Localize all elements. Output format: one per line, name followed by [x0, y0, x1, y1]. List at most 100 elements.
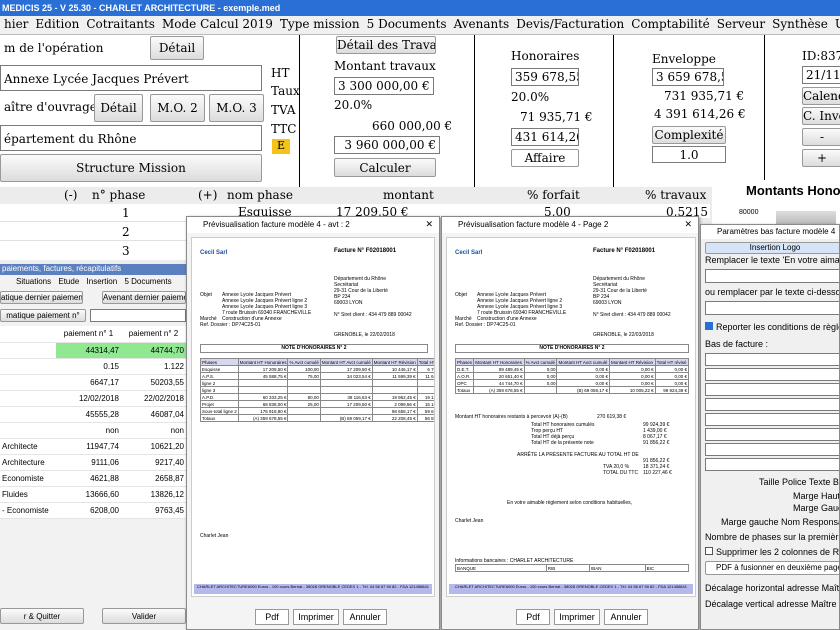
travaux-ttc-field[interactable]: 3 960 000,00 €	[334, 136, 440, 154]
table-row[interactable]: Fluides 13666,60 13826,12	[0, 486, 186, 503]
menu-item[interactable]: Mode Calcul 2019	[158, 16, 276, 31]
dernier-paiement-button[interactable]: atique dernier paiement	[0, 291, 83, 304]
tab-situations[interactable]: Situations	[16, 277, 51, 286]
bas-facture-field[interactable]	[705, 383, 839, 396]
paiement-num-field[interactable]	[90, 309, 186, 322]
cancel-button[interactable]: Annuler	[343, 609, 387, 625]
menu-item[interactable]: 5 Documents	[363, 16, 450, 31]
menu-item[interactable]: Cotraitants	[82, 16, 158, 31]
pdf-merge-button[interactable]: PDF à fusionner en deuxième page	[705, 561, 839, 575]
menu-item[interactable]: Avenants	[450, 16, 513, 31]
operation-name-field[interactable]: Annexe Lycée Jacques Prévert	[0, 65, 262, 91]
grid-cell: 20 651,40 €	[473, 372, 525, 380]
supprimer-checkbox[interactable]: Supprimer les 2 colonnes de Révis	[705, 547, 839, 557]
bas-facture-field[interactable]	[705, 458, 839, 471]
mo3-button[interactable]: M.O. 3	[209, 94, 264, 122]
honoraires-ht-field[interactable]: 359 678,55 €	[511, 68, 579, 86]
operation-panel: m de l'opération Détail Annexe Lycée Jac…	[0, 35, 268, 187]
remove-phase-button[interactable]: (-)	[64, 188, 77, 202]
table-row[interactable]: - Economiste 6208,00 9763,45	[0, 502, 186, 519]
cancel-button[interactable]: Annuler	[604, 609, 648, 625]
checkbox-icon[interactable]	[705, 322, 713, 330]
grid-cell: (A) 359 678,55 €	[473, 386, 525, 394]
nb-phases-label: Nombre de phases sur la première pa	[705, 532, 839, 542]
avenant-button[interactable]: Avenant dernier paiement	[102, 291, 186, 304]
c-inverse-button[interactable]: C. Inve	[802, 107, 840, 125]
replace-field[interactable]	[705, 269, 839, 283]
detail-travaux-button[interactable]: Détail des Travaux	[336, 36, 436, 54]
bas-facture-field[interactable]	[705, 353, 839, 366]
table-row[interactable]: Economiste 4621,88 2658,87	[0, 470, 186, 487]
e-badge[interactable]: E	[272, 139, 290, 154]
close-icon[interactable]: ✕	[684, 219, 692, 230]
menu-item[interactable]: Utilitaires	[831, 16, 840, 31]
minus-button[interactable]: -	[802, 128, 840, 146]
quitter-button[interactable]: r & Quitter	[0, 608, 84, 624]
city-date: GRENOBLE, le 22/02/2018	[334, 332, 395, 338]
table-cell: 12/02/2018	[56, 390, 121, 407]
menu-item[interactable]: Comptabilité	[627, 16, 713, 31]
tab-documents[interactable]: 5 Documents	[124, 277, 171, 286]
menu-item[interactable]: Synthèse	[768, 16, 831, 31]
bas-facture-field[interactable]	[705, 368, 839, 381]
pdf-button[interactable]: Pdf	[516, 609, 550, 625]
bas-facture-field[interactable]	[705, 398, 839, 411]
structure-mission-button[interactable]: Structure Mission	[0, 154, 262, 182]
client-field[interactable]: épartement du Rhône	[0, 125, 262, 151]
insertion-logo-button[interactable]: Insertion Logo	[705, 242, 839, 254]
col-travaux: % travaux	[645, 188, 707, 202]
pdf-button[interactable]: Pdf	[255, 609, 289, 625]
table-row[interactable]: Architecte 11947,74 10621,20	[0, 438, 186, 455]
add-phase-button[interactable]: (+)	[198, 188, 217, 202]
date-field[interactable]: 21/11/2	[802, 66, 840, 84]
or-field[interactable]	[705, 301, 839, 315]
print-button[interactable]: Imprimer	[554, 609, 600, 625]
print-button[interactable]: Imprimer	[293, 609, 339, 625]
table-row[interactable]: 12/02/2018 22/02/2018	[0, 390, 186, 407]
menu-item[interactable]: Type mission	[276, 16, 363, 31]
tab-insertion[interactable]: Insertion	[87, 277, 118, 286]
menu-item[interactable]: hier	[0, 16, 31, 31]
table-row[interactable]: Architecture 9111,06 9217,40	[0, 454, 186, 471]
phase-rows: 1 2 3	[0, 204, 190, 260]
table-cell: 9217,40	[121, 454, 186, 471]
mo2-button[interactable]: M.O. 2	[150, 94, 205, 122]
table-row[interactable]: non non	[0, 422, 186, 439]
travaux-ht-field[interactable]: 3 300 000,00 €	[334, 77, 434, 95]
auto-paiement-button[interactable]: matique paiement n°	[0, 309, 86, 322]
bas-facture-field[interactable]	[705, 428, 839, 441]
invoice-footer: CHARLET ARCHITECTURE6000 Euros - 100 cou…	[194, 584, 432, 594]
report-conditions-checkbox[interactable]: Reporter les conditions de règleme	[705, 322, 839, 332]
table-row[interactable]: 45555,28 46087,04	[0, 406, 186, 423]
close-icon[interactable]: ✕	[425, 219, 433, 230]
grid-cell: A.O.R.	[454, 372, 475, 380]
table-row[interactable]: 44314,47 44744,70	[0, 342, 186, 359]
table-row[interactable]: 0.15 1.122	[0, 358, 186, 375]
menu-item[interactable]: Devis/Facturation	[512, 16, 627, 31]
affaire-button[interactable]: Affaire	[511, 149, 579, 167]
bank-row: BANQUE RIB IBAN BIC	[455, 564, 690, 572]
enveloppe-ht-field[interactable]: 3 659 678,55 €	[652, 68, 724, 86]
calculer-button[interactable]: Calculer	[334, 158, 436, 177]
maitre-detail-button[interactable]: Détail	[94, 94, 143, 122]
complexite-field[interactable]: 1.0	[652, 146, 726, 163]
complexite-button[interactable]: Complexité	[652, 126, 726, 144]
menu-item[interactable]: Edition	[31, 16, 82, 31]
operation-detail-button[interactable]: Détail	[150, 36, 204, 60]
checkbox-icon[interactable]	[705, 547, 713, 555]
bas-facture-field[interactable]	[705, 413, 839, 426]
tab-etude[interactable]: Etude	[58, 277, 79, 286]
phase-row[interactable]: 1	[0, 204, 190, 222]
phase-row[interactable]: 2	[0, 223, 190, 241]
travaux-taux: 20.0%	[334, 98, 373, 112]
bas-facture-field[interactable]	[705, 443, 839, 456]
calendrier-button[interactable]: Calend	[802, 87, 840, 105]
plus-button[interactable]: +	[802, 149, 840, 167]
honoraires-ttc-field[interactable]: 431 614,26 €	[511, 128, 579, 146]
phase-row[interactable]: 3	[0, 242, 190, 260]
valider-button[interactable]: Valider	[102, 608, 186, 624]
chart-axis-tick: 80000	[739, 209, 759, 216]
salutation: En votre aimable règlement selon conditi…	[507, 500, 633, 506]
menu-item[interactable]: Serveur	[713, 16, 768, 31]
table-row[interactable]: 6647,17 50203,55	[0, 374, 186, 391]
